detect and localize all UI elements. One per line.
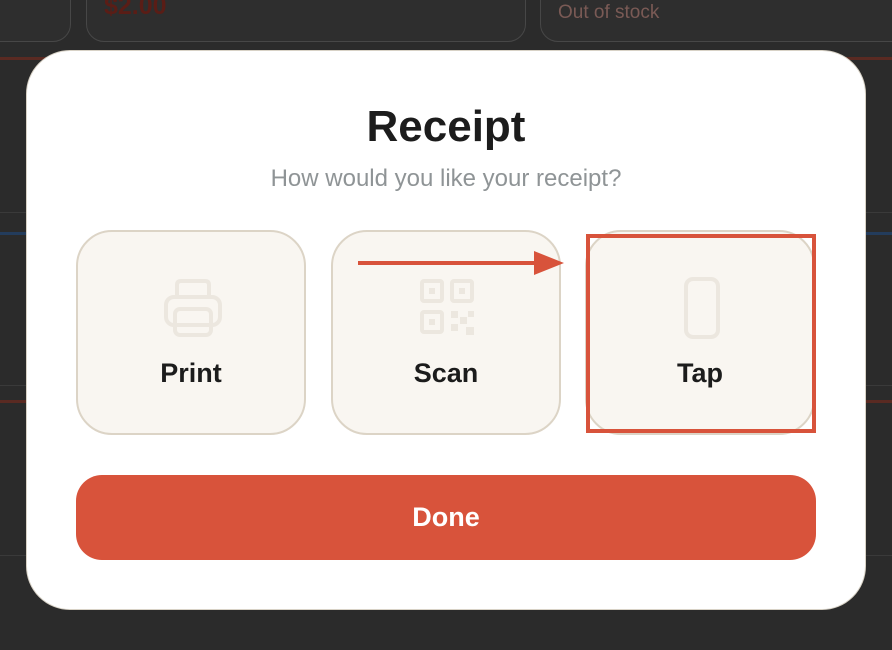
print-option-button[interactable]: Print [76, 230, 306, 435]
printer-icon [164, 279, 222, 337]
option-label: Print [160, 358, 222, 388]
qr-code-icon [420, 279, 474, 335]
scan-option-button[interactable]: Scan [331, 230, 561, 435]
background-product-card [0, 0, 71, 42]
phone-icon [684, 277, 720, 339]
option-label: Scan [413, 358, 479, 388]
done-button[interactable]: Done [76, 475, 816, 560]
background-price: $2.00 [104, 0, 167, 20]
background-stock-status: Out of stock [558, 2, 660, 23]
option-label: Tap [677, 358, 723, 388]
modal-title: Receipt [366, 102, 526, 151]
tap-option-button[interactable]: Tap [585, 230, 815, 435]
pos-screen: $2.00 Out of stock Receipt How would you… [0, 0, 892, 650]
modal-subtitle: How would you like your receipt? [270, 165, 622, 192]
